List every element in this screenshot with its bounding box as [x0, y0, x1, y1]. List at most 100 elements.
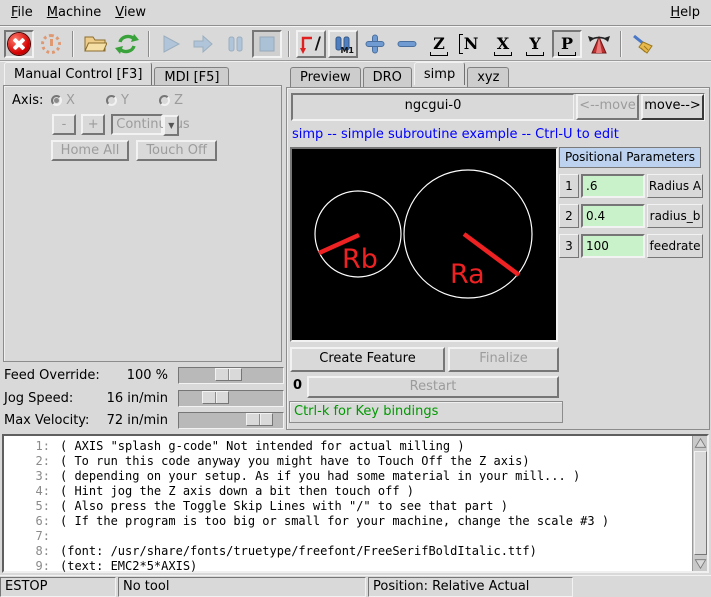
clear-plot-button[interactable]: [628, 30, 658, 58]
param-name-button[interactable]: radius_b: [647, 204, 703, 228]
jog-speed-slider[interactable]: [178, 390, 284, 407]
scrollbar-thumb[interactable]: [694, 451, 707, 555]
param-name-button[interactable]: Radius A: [647, 174, 703, 198]
menu-machine[interactable]: Machine: [40, 3, 108, 22]
menu-bar: File Machine View Help: [0, 0, 711, 26]
max-velocity-slider[interactable]: [178, 412, 284, 429]
gcode-listing[interactable]: 1:( AXIS "splash g-code" Not intended fo…: [2, 434, 709, 573]
create-feature-button[interactable]: Create Feature: [290, 347, 445, 372]
slash-glyph: /: [315, 34, 321, 54]
status-bar: ESTOP No tool Position: Relative Actual: [0, 575, 711, 597]
parameter-row: 3 100 feedrate: [559, 234, 707, 258]
tab-manual-control[interactable]: Manual Control [F3]: [4, 62, 152, 85]
scroll-down-arrow[interactable]: [694, 557, 707, 571]
jog-plus-button[interactable]: +: [81, 114, 105, 135]
jog-speed-value: 16 in/min: [86, 391, 168, 406]
parameter-row: 2 0.4 radius_b: [559, 204, 707, 228]
jog-mode-select[interactable]: Continuous: [111, 114, 163, 135]
tab-xyz[interactable]: xyz: [467, 67, 509, 88]
zoom-out-button[interactable]: [392, 30, 422, 58]
gcode-line: 9:(text: EMC2*5*AXIS): [4, 559, 691, 574]
max-velocity-row: Max Velocity: 72 in/min: [0, 412, 285, 430]
tab-dro[interactable]: DRO: [363, 67, 412, 88]
circles-drawing: Rb Ra: [292, 149, 556, 340]
feed-override-row: Feed Override: 100 %: [0, 367, 285, 385]
param-name-button[interactable]: feedrate: [647, 234, 703, 258]
jog-speed-label: Jog Speed:: [4, 391, 73, 406]
gcode-line: 4:( Hint jog the Z axis down a bit then …: [4, 484, 691, 499]
gcode-scrollbar[interactable]: [692, 436, 707, 571]
key-bindings-hint: Ctrl-k for Key bindings: [289, 401, 563, 423]
pause-icon: [226, 35, 244, 53]
view-z-button[interactable]: Z: [424, 30, 454, 58]
slider-handle[interactable]: [246, 413, 273, 426]
estop-icon: [8, 33, 30, 55]
radio-icon: [51, 95, 62, 106]
gcode-line: 1:( AXIS "splash g-code" Not intended fo…: [4, 439, 691, 454]
view-x-icon: X: [497, 36, 509, 52]
status-position: Position: Relative Actual: [368, 577, 573, 597]
simp-tab-frame: ngcgui-0 <--move move--> simp -- simple …: [286, 87, 710, 430]
view-y-button[interactable]: Y: [520, 30, 550, 58]
toolbar-separator: [72, 31, 74, 57]
optional-pause-m1-toggle[interactable]: M1: [328, 30, 358, 58]
axis-x-radio[interactable]: X: [51, 93, 75, 108]
stop-program-button[interactable]: [252, 30, 282, 58]
menu-view[interactable]: View: [108, 3, 153, 22]
preview-notebook: PreviewDROsimpxyz ngcgui-0 <--move move-…: [285, 62, 711, 432]
skip-lines-toggle[interactable]: /: [296, 30, 326, 58]
folder-icon: [83, 34, 107, 54]
menu-help[interactable]: Help: [663, 3, 707, 22]
subroutine-preview-canvas: Rb Ra: [290, 147, 558, 342]
param-value-input[interactable]: .6: [581, 174, 645, 198]
jog-mode-dropdown-arrow[interactable]: ▼: [163, 115, 179, 136]
scroll-up-arrow[interactable]: [694, 436, 707, 450]
menu-file[interactable]: File: [4, 3, 40, 22]
gcode-line: 5:( Also press the Toggle Skip Lines wit…: [4, 499, 691, 514]
finalize-button[interactable]: Finalize: [448, 347, 559, 372]
status-tool: No tool: [118, 577, 366, 597]
m1-label: M1: [340, 46, 354, 55]
label-rb: Rb: [342, 244, 378, 275]
ngcgui-tab-name: ngcgui-0: [292, 94, 574, 120]
view-perspective-button[interactable]: P: [552, 30, 582, 58]
restart-button[interactable]: Restart: [307, 376, 559, 398]
machine-power-button[interactable]: [36, 30, 66, 58]
manual-control-frame: Axis: X Y Z - + Continuous▼ Home All Tou…: [3, 85, 282, 362]
status-estop: ESTOP: [0, 577, 116, 597]
rotate-view-button[interactable]: [584, 30, 614, 58]
view-y-icon: Y: [529, 36, 540, 52]
pause-program-button[interactable]: [220, 30, 250, 58]
move-left-button[interactable]: <--move: [576, 94, 639, 120]
run-step-button[interactable]: [188, 30, 218, 58]
slider-handle[interactable]: [215, 368, 242, 381]
parameter-row: 1 .6 Radius A: [559, 174, 707, 198]
touch-off-button[interactable]: Touch Off: [136, 140, 217, 161]
tab-preview[interactable]: Preview: [290, 67, 361, 88]
estop-button[interactable]: [4, 30, 34, 58]
reload-file-button[interactable]: [112, 30, 142, 58]
axis-y-radio[interactable]: Y: [106, 93, 129, 108]
slider-handle[interactable]: [202, 391, 229, 404]
jog-minus-button[interactable]: -: [52, 114, 76, 135]
subroutine-info-text: simp -- simple subroutine example -- Ctr…: [292, 127, 619, 142]
view-z-rotated-button[interactable]: N: [456, 30, 486, 58]
run-program-button[interactable]: [156, 30, 186, 58]
open-file-button[interactable]: [80, 30, 110, 58]
plus-icon: [364, 33, 386, 55]
minus-icon: [396, 33, 418, 55]
param-number: 3: [559, 234, 579, 258]
feed-override-slider[interactable]: [178, 367, 284, 384]
rotate-cone-icon: [587, 33, 611, 55]
param-value-input[interactable]: 0.4: [581, 204, 645, 228]
toolbar-separator: [148, 31, 150, 57]
move-right-button[interactable]: move-->: [641, 94, 704, 120]
tab-simp[interactable]: simp: [414, 62, 465, 85]
view-x-button[interactable]: X: [488, 30, 518, 58]
home-all-button[interactable]: Home All: [51, 140, 129, 161]
param-value-input[interactable]: 100: [581, 234, 645, 258]
zoom-in-button[interactable]: [360, 30, 390, 58]
axis-z-radio[interactable]: Z: [159, 93, 183, 108]
gcode-line: 7:: [4, 529, 691, 544]
param-number: 1: [559, 174, 579, 198]
